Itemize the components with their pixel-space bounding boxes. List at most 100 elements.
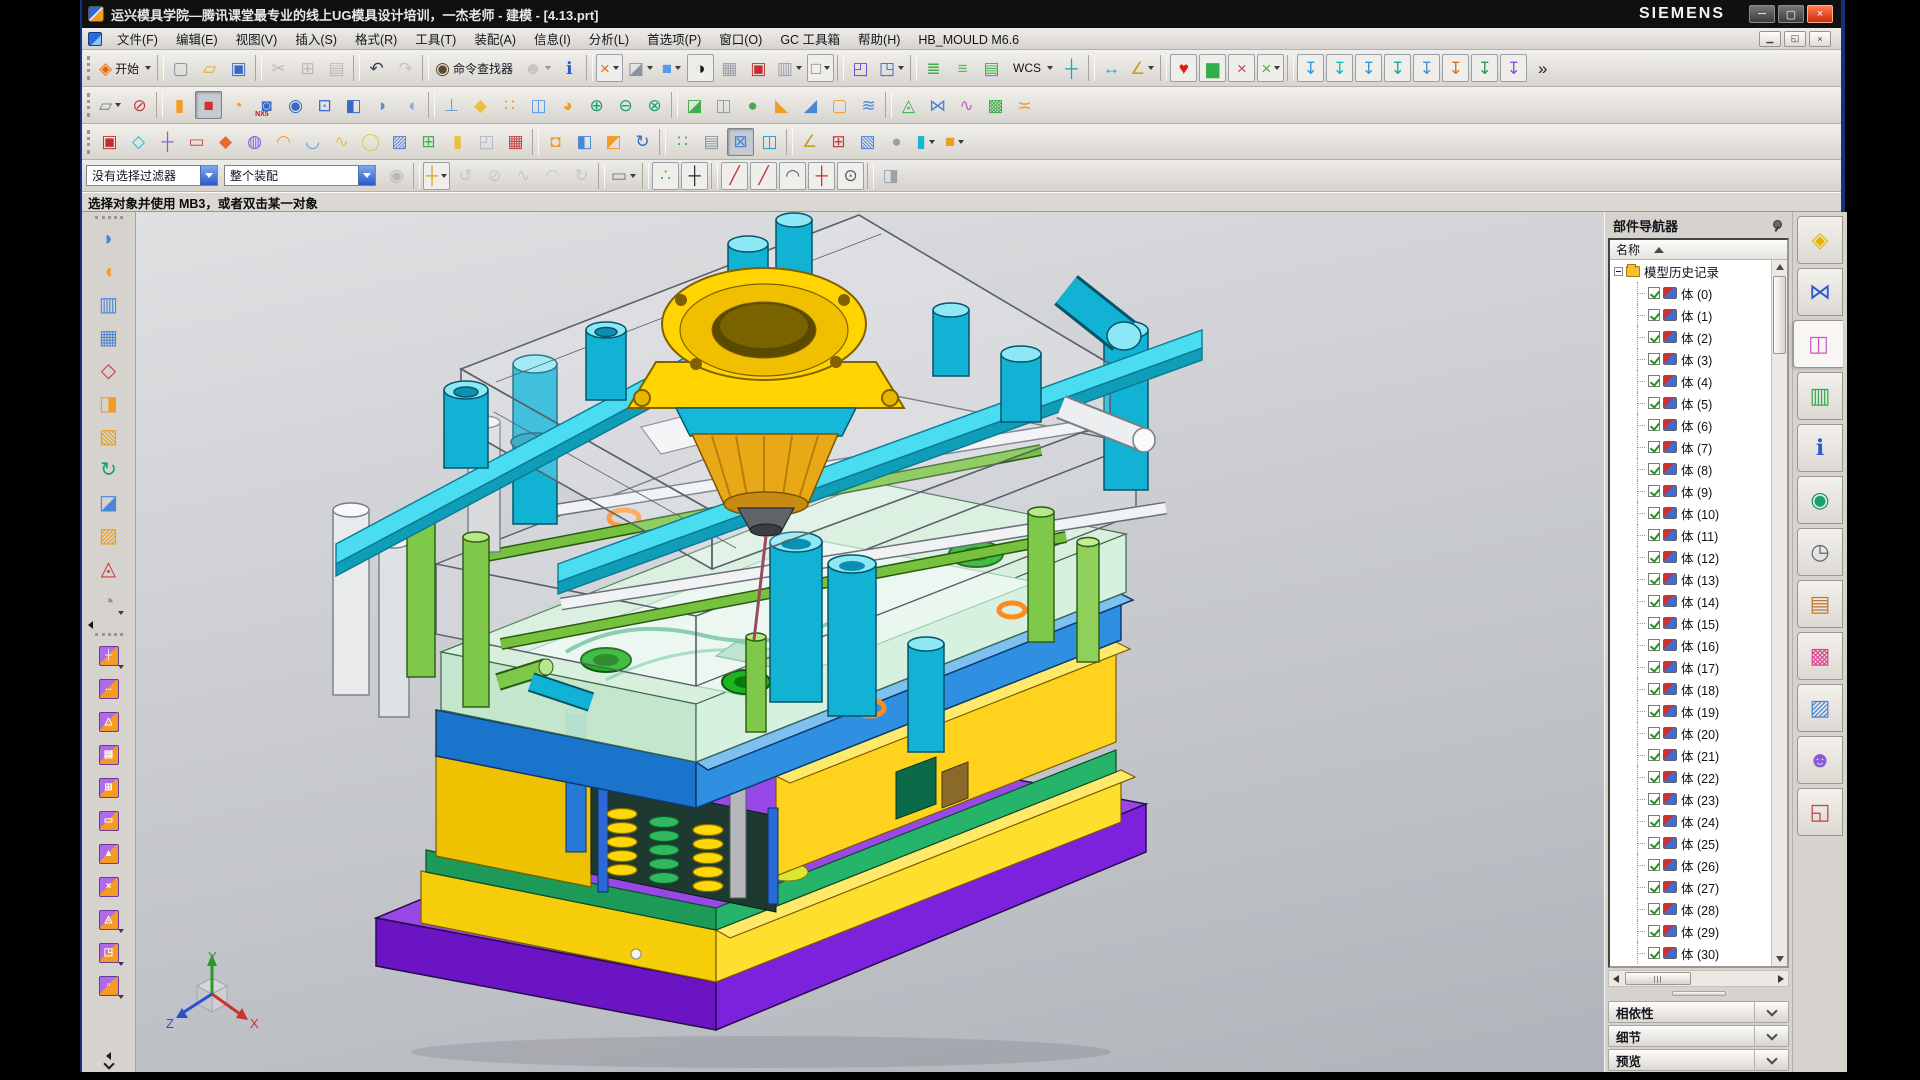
- maximize-button[interactable]: ▢: [1778, 5, 1804, 23]
- close-button[interactable]: ×: [1807, 5, 1833, 23]
- menu-item[interactable]: HB_MOULD M6.6: [909, 31, 1028, 49]
- visibility-checkbox[interactable]: [1648, 925, 1660, 937]
- cut-button[interactable]: ✂: [265, 54, 292, 82]
- chevron-down-icon[interactable]: [118, 665, 124, 669]
- assistant-button[interactable]: ☻: [521, 54, 554, 82]
- box-tool-button[interactable]: ■: [941, 128, 968, 156]
- chevron-down-icon[interactable]: [929, 140, 935, 144]
- visibility-checkbox[interactable]: [1648, 661, 1660, 673]
- tree-row-body[interactable]: 体 (24): [1610, 810, 1770, 832]
- mold-bolt-5-button[interactable]: ↧: [1413, 54, 1440, 82]
- tree-row-body[interactable]: 体 (30): [1610, 942, 1770, 964]
- swept-button[interactable]: ◠: [270, 128, 297, 156]
- chevron-down-icon[interactable]: [118, 962, 124, 966]
- extrude-button[interactable]: ▮: [166, 91, 193, 119]
- tree-row-body[interactable]: 体 (23): [1610, 788, 1770, 810]
- menu-item[interactable]: 装配(A): [465, 31, 525, 49]
- visibility-checkbox[interactable]: [1648, 793, 1660, 805]
- mold-bolt-7-button[interactable]: ↧: [1471, 54, 1498, 82]
- chevron-down-icon[interactable]: [118, 929, 124, 933]
- shaded-with-edges-button[interactable]: ◪: [625, 54, 656, 82]
- subtract-button[interactable]: ⊖: [612, 91, 639, 119]
- command-finder-button[interactable]: ◉命令查找器: [432, 54, 519, 82]
- snap-center-button[interactable]: ⊙: [837, 162, 864, 190]
- highlight-points-button[interactable]: ∴: [652, 162, 679, 190]
- datum-csys-button[interactable]: ▭: [183, 128, 210, 156]
- pattern-face-button[interactable]: ▫: [93, 969, 125, 1002]
- studio-spline-button[interactable]: ∿: [328, 128, 355, 156]
- visibility-checkbox[interactable]: [1648, 617, 1660, 629]
- edge-blend-button[interactable]: ●: [739, 91, 766, 119]
- resource-tab-history[interactable]: ◷: [1797, 528, 1843, 576]
- unite-button[interactable]: ⊕: [583, 91, 610, 119]
- save-file-button[interactable]: ▣: [225, 54, 252, 82]
- facet-view-button[interactable]: ▥: [774, 54, 805, 82]
- resource-tab-roles[interactable]: ☻: [1797, 736, 1843, 784]
- duplicate-face-button[interactable]: ◳: [93, 936, 125, 969]
- 3d-mold-model[interactable]: [136, 212, 1604, 1072]
- marquee-style-button[interactable]: ▭: [608, 162, 639, 190]
- copy-face-button[interactable]: ⊞: [93, 771, 125, 804]
- visibility-checkbox[interactable]: [1648, 485, 1660, 497]
- ruled-surface-button[interactable]: ◆: [212, 128, 239, 156]
- tree-row-body[interactable]: 体 (7): [1610, 436, 1770, 458]
- pin-icon[interactable]: [1771, 219, 1783, 231]
- resource-tab-reuse-library[interactable]: ▥: [1797, 372, 1843, 420]
- swept-surface-button[interactable]: ◖: [93, 255, 125, 288]
- scale-body-button[interactable]: ◬: [895, 91, 922, 119]
- undo-button[interactable]: ↶: [363, 54, 390, 82]
- tree-row-body[interactable]: 体 (21): [1610, 744, 1770, 766]
- menu-item[interactable]: 编辑(E): [167, 31, 227, 49]
- child-minimize-button[interactable]: ▁: [1759, 31, 1781, 47]
- copy-button[interactable]: ⊞: [294, 54, 321, 82]
- layer-visible-in-view-button[interactable]: ≡: [949, 54, 976, 82]
- visibility-checkbox[interactable]: [1648, 837, 1660, 849]
- visibility-checkbox[interactable]: [1648, 573, 1660, 585]
- toolbar-collapse-arrow-icon[interactable]: [88, 621, 93, 629]
- datum-plane-button[interactable]: ▣: [96, 128, 123, 156]
- mold-bolt-2-button[interactable]: ↧: [1326, 54, 1353, 82]
- collapse-expander-icon[interactable]: [1614, 267, 1623, 276]
- child-close-button[interactable]: ×: [1809, 31, 1831, 47]
- pattern-feature-button[interactable]: ∷: [496, 91, 523, 119]
- paste-button[interactable]: ▤: [323, 54, 350, 82]
- menu-item[interactable]: 文件(F): [108, 31, 167, 49]
- pattern-geometry-button[interactable]: ∷: [669, 128, 696, 156]
- sew-button[interactable]: ∿: [953, 91, 980, 119]
- wcs-dynamics-button[interactable]: ┼: [1058, 54, 1085, 82]
- menu-item[interactable]: 信息(I): [525, 31, 580, 49]
- measure-angle-button[interactable]: ∠: [1127, 54, 1157, 82]
- tree-row-body[interactable]: 体 (18): [1610, 678, 1770, 700]
- draft-button[interactable]: ◢: [797, 91, 824, 119]
- toolbar-drag-handle[interactable]: [95, 216, 123, 220]
- studio-surface-button[interactable]: ◗: [93, 222, 125, 255]
- tree-row-body[interactable]: 体 (20): [1610, 722, 1770, 744]
- start-menu-button[interactable]: ◈开始: [96, 54, 154, 82]
- snap-midpoint-button[interactable]: ╱: [750, 162, 777, 190]
- resource-tab-assembly-navigator[interactable]: ◈: [1797, 216, 1843, 264]
- view-background-button[interactable]: □: [807, 54, 834, 82]
- visibility-checkbox[interactable]: [1648, 947, 1660, 959]
- chevron-down-icon[interactable]: [1274, 66, 1280, 70]
- menu-item[interactable]: GC 工具箱: [771, 31, 849, 49]
- thread-button[interactable]: ≋: [855, 91, 882, 119]
- pour-sheet-button[interactable]: ◔: [93, 585, 125, 618]
- visibility-checkbox[interactable]: [1648, 441, 1660, 453]
- chevron-down-icon[interactable]: [118, 611, 124, 615]
- swirl-snap-button[interactable]: ↻: [568, 162, 595, 190]
- horizontal-scrollbar[interactable]: [1608, 970, 1789, 987]
- visibility-checkbox[interactable]: [1648, 639, 1660, 651]
- information-button[interactable]: ℹ: [556, 54, 583, 82]
- tree-row-body[interactable]: 体 (3): [1610, 348, 1770, 370]
- tree-row-body[interactable]: 体 (25): [1610, 832, 1770, 854]
- section-hatch-button[interactable]: ▨: [386, 128, 413, 156]
- shell-button[interactable]: ▢: [826, 91, 853, 119]
- tree-row-body[interactable]: 体 (19): [1610, 700, 1770, 722]
- chevron-down-icon[interactable]: [1047, 66, 1053, 70]
- visibility-checkbox[interactable]: [1648, 419, 1660, 431]
- visibility-checkbox[interactable]: [1648, 903, 1660, 915]
- expand-panel-button[interactable]: [1754, 1002, 1788, 1022]
- new-file-button[interactable]: ▢: [167, 54, 194, 82]
- visibility-checkbox[interactable]: [1648, 309, 1660, 321]
- paste-face-button[interactable]: ▲: [93, 837, 125, 870]
